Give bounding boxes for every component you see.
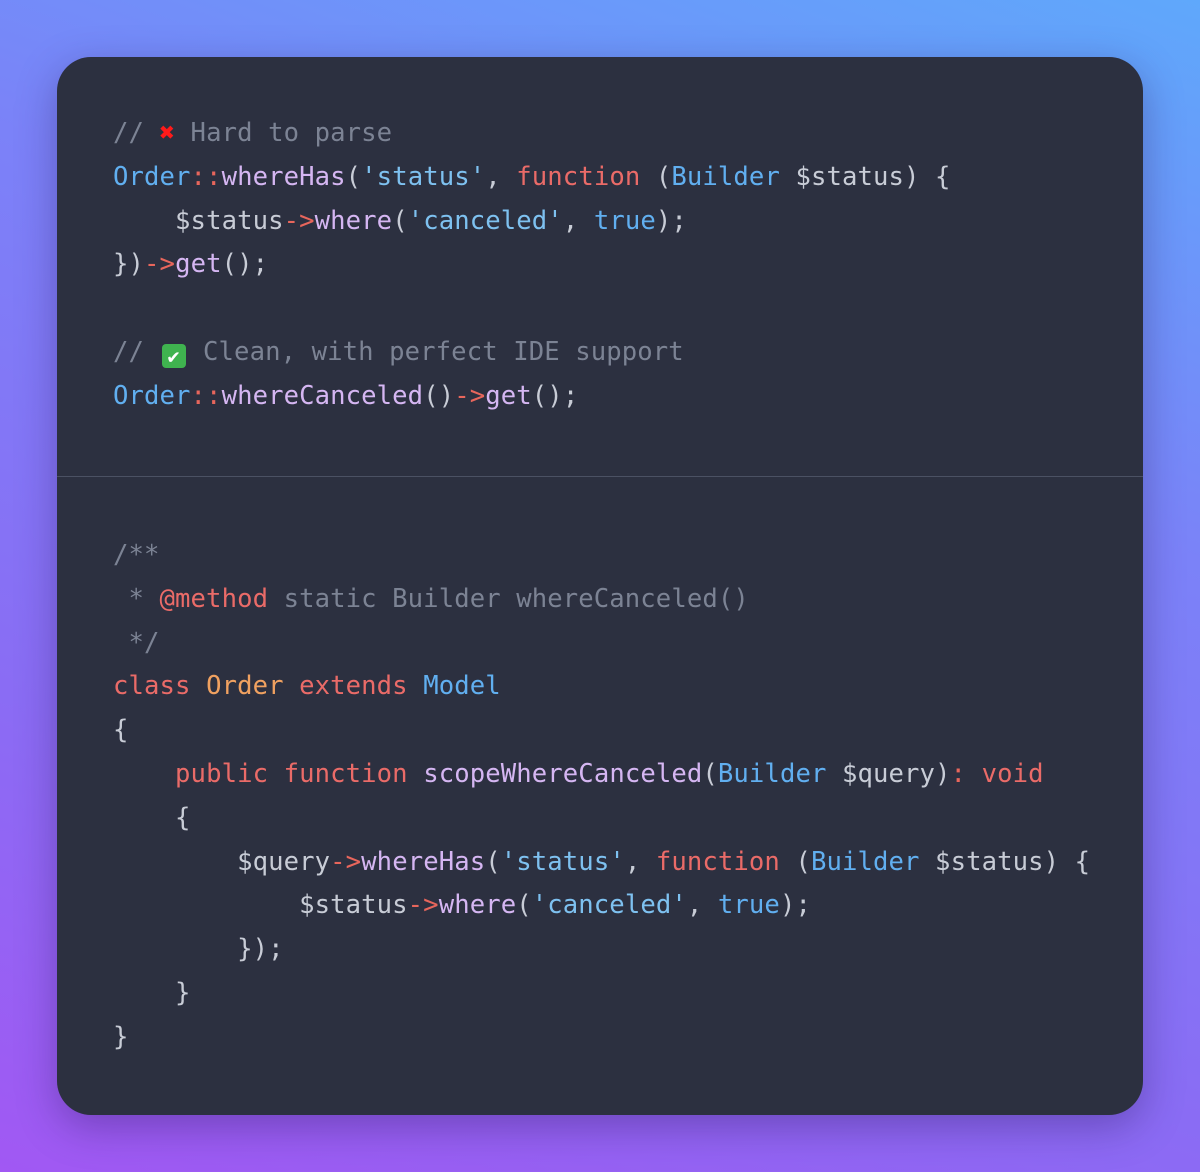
string-token: 'status' bbox=[500, 846, 625, 877]
code-line: $status->where('canceled', true); bbox=[113, 200, 951, 244]
cross-mark-icon: ✖ bbox=[159, 118, 176, 148]
variable-token: $status bbox=[175, 205, 284, 236]
parent-class-token: Model bbox=[423, 671, 501, 702]
operator-token: -> bbox=[454, 380, 486, 411]
definition-code-panel: /** * @method static Builder whereCancel… bbox=[57, 477, 1143, 1115]
return-type-token: void bbox=[981, 758, 1044, 789]
punctuation-token: }) bbox=[113, 249, 145, 280]
punctuation-token: ( bbox=[485, 846, 501, 877]
method-token: where bbox=[438, 890, 517, 921]
punctuation-token: , bbox=[686, 890, 718, 921]
method-token: whereHas bbox=[361, 846, 486, 877]
variable-token: $query bbox=[826, 758, 936, 789]
code-card: // ✖ Hard to parse Order::whereHas('statu… bbox=[57, 57, 1143, 1115]
punctuation-token: ( bbox=[516, 890, 532, 921]
check-mark-icon: ✔ bbox=[161, 343, 186, 368]
docblock-close: */ bbox=[113, 627, 160, 658]
method-declaration-line: public function scopeWhereCanceled(Build… bbox=[113, 753, 1090, 797]
punctuation-token: (); bbox=[531, 380, 579, 411]
punctuation-token: ( bbox=[779, 846, 811, 877]
class-token: Order bbox=[113, 380, 191, 411]
method-name-token: scopeWhereCanceled bbox=[423, 758, 703, 789]
class-name-token: Order bbox=[206, 671, 284, 702]
method-token: where bbox=[314, 205, 393, 236]
brace-line: } bbox=[113, 1021, 129, 1052]
code-line: $status->where('canceled', true); bbox=[113, 884, 1090, 928]
operator-token: -> bbox=[144, 249, 176, 280]
string-token: 'canceled' bbox=[531, 890, 687, 921]
punctuation-token: ) bbox=[935, 758, 951, 789]
brace-line: { bbox=[113, 715, 129, 746]
doc-text: static Builder whereCanceled() bbox=[268, 583, 749, 614]
punctuation-token: ( bbox=[702, 758, 718, 789]
punctuation-token: ) { bbox=[1043, 846, 1091, 877]
code-line: Order::whereHas('status', function (Buil… bbox=[113, 156, 951, 200]
usage-code-block: // ✖ Hard to parse Order::whereHas('statu… bbox=[113, 112, 951, 419]
type-token: Builder bbox=[717, 758, 827, 789]
keyword-token: public bbox=[175, 758, 269, 789]
operator-token: -> bbox=[407, 890, 439, 921]
punctuation-token: , bbox=[485, 161, 517, 192]
boolean-token: true bbox=[717, 890, 780, 921]
type-token: Builder bbox=[671, 161, 780, 192]
boolean-token: true bbox=[593, 205, 656, 236]
brace-line: { bbox=[113, 802, 191, 833]
punctuation-token: ); bbox=[779, 890, 811, 921]
punctuation-token: , bbox=[624, 846, 656, 877]
punctuation-token: ( bbox=[392, 205, 408, 236]
comment-good-line: // ✔ Clean, with perfect IDE support bbox=[113, 331, 951, 375]
comment-text: Clean, with perfect IDE support bbox=[187, 336, 684, 367]
comment-prefix: // bbox=[113, 336, 160, 367]
variable-token: $status bbox=[299, 890, 408, 921]
punctuation-token: (); bbox=[221, 249, 269, 280]
method-token: whereCanceled bbox=[221, 380, 424, 411]
type-token: Builder bbox=[810, 846, 920, 877]
class-declaration-line: class Order extends Model bbox=[113, 665, 1090, 709]
method-token: get bbox=[485, 380, 532, 411]
code-line: })->get(); bbox=[113, 243, 951, 287]
punctuation-token: , bbox=[562, 205, 594, 236]
definition-code-block: /** * @method static Builder whereCancel… bbox=[113, 534, 1090, 1060]
punctuation-token: ); bbox=[655, 205, 687, 236]
comment-prefix: // bbox=[113, 118, 160, 148]
keyword-token: extends bbox=[299, 671, 408, 702]
string-token: 'canceled' bbox=[407, 205, 563, 236]
doc-prefix: * bbox=[113, 583, 160, 614]
variable-token: $query bbox=[237, 846, 331, 877]
keyword-token: function bbox=[516, 161, 641, 192]
usage-code-panel: // ✖ Hard to parse Order::whereHas('statu… bbox=[57, 57, 1143, 476]
punctuation-token: ) { bbox=[904, 161, 951, 192]
punctuation-token: ( bbox=[640, 161, 672, 192]
code-line: $query->whereHas('status', function (Bui… bbox=[113, 841, 1090, 885]
comment-text: Hard to parse bbox=[175, 118, 393, 148]
docblock-line: * @method static Builder whereCanceled() bbox=[113, 578, 1090, 622]
string-token: 'status' bbox=[361, 161, 486, 192]
punctuation-token: () bbox=[423, 380, 455, 411]
method-token: whereHas bbox=[221, 161, 346, 192]
brace-line: } bbox=[113, 977, 191, 1008]
operator-token: :: bbox=[190, 161, 222, 192]
docblock-open: /** bbox=[113, 540, 160, 570]
class-token: Order bbox=[113, 161, 191, 192]
punctuation-token: ( bbox=[345, 161, 362, 192]
closure-close-line: }); bbox=[113, 934, 284, 965]
variable-token: $status bbox=[779, 161, 905, 192]
operator-token: :: bbox=[190, 380, 222, 411]
method-token: get bbox=[175, 249, 222, 280]
keyword-token: function bbox=[283, 758, 408, 789]
variable-token: $status bbox=[919, 846, 1044, 877]
operator-token: -> bbox=[283, 205, 315, 236]
doc-tag: @method bbox=[159, 583, 269, 614]
operator-token: : bbox=[950, 758, 967, 789]
keyword-token: class bbox=[113, 671, 191, 702]
code-line: Order::whereCanceled()->get(); bbox=[113, 375, 951, 419]
comment-bad-line: // ✖ Hard to parse bbox=[113, 112, 951, 156]
operator-token: -> bbox=[330, 846, 362, 877]
keyword-token: function bbox=[655, 846, 780, 877]
